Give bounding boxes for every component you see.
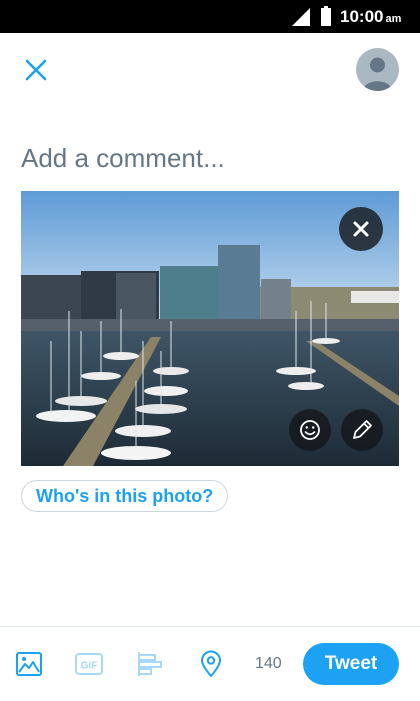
add-poll-button[interactable] [136, 650, 164, 678]
smiley-icon [300, 420, 320, 440]
attached-photo[interactable] [21, 191, 399, 466]
status-time-ampm: am [385, 13, 402, 25]
gif-label: GIF [81, 661, 98, 672]
compose-toolbar: GIF 140 Tweet [0, 626, 420, 701]
tweet-button[interactable]: Tweet [303, 643, 399, 685]
image-icon [16, 652, 42, 676]
close-button[interactable] [22, 56, 50, 84]
location-icon [201, 650, 221, 677]
add-media-button[interactable] [15, 650, 43, 678]
avatar[interactable] [356, 48, 399, 91]
add-location-button[interactable] [197, 650, 225, 678]
signal-icon [292, 8, 310, 26]
pencil-icon [353, 420, 372, 439]
remove-photo-button[interactable] [339, 207, 383, 251]
avatar-icon [363, 57, 392, 91]
close-icon [353, 221, 369, 237]
status-bar: 10:00 am [0, 0, 420, 33]
status-time-value: 10:00 [340, 7, 384, 26]
add-sticker-button[interactable] [289, 409, 331, 451]
battery-icon [321, 6, 331, 26]
gif-icon: GIF [75, 653, 103, 675]
poll-icon [138, 652, 162, 676]
comment-input[interactable] [21, 140, 391, 176]
edit-photo-button[interactable] [341, 409, 383, 451]
add-gif-button[interactable]: GIF [75, 650, 103, 678]
character-count: 140 [255, 655, 282, 672]
status-time: 10:00 am [340, 7, 401, 27]
close-icon [25, 59, 47, 81]
tag-people-button[interactable]: Who's in this photo? [21, 480, 229, 512]
